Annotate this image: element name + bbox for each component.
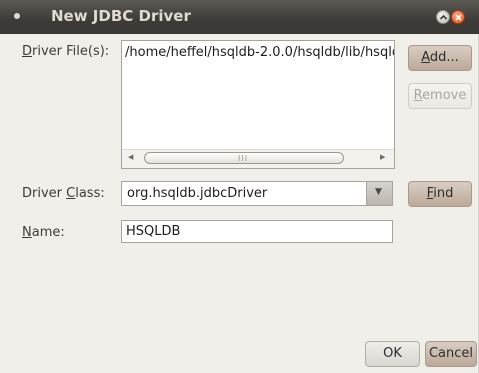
cancel-button[interactable]: Cancel [425, 341, 477, 367]
find-button[interactable]: Find [408, 181, 472, 207]
title-bar[interactable]: New JDBC Driver [0, 0, 479, 34]
remove-button[interactable]: Remove [408, 83, 472, 109]
window-menu-icon[interactable] [14, 13, 20, 19]
close-button[interactable] [451, 10, 465, 24]
chevron-up-icon [439, 14, 448, 20]
scroll-thumb[interactable]: III [144, 152, 344, 164]
combo-dropdown-button[interactable]: ▼ [366, 182, 392, 205]
triangle-down-icon: ▼ [375, 187, 382, 197]
add-button[interactable]: Add... [408, 45, 472, 71]
driver-class-label: Driver Class: [22, 186, 105, 201]
driver-files-label: Driver File(s): [22, 44, 110, 59]
list-item[interactable]: /home/heffel/hsqldb-2.0.0/hsqldb/lib/hsq… [125, 45, 394, 60]
grip-icon: III [238, 154, 249, 163]
name-field-box[interactable] [121, 220, 393, 243]
scroll-right-icon[interactable]: ▶ [380, 153, 385, 161]
ok-button[interactable]: OK [365, 341, 420, 367]
scroll-left-icon[interactable]: ◀ [128, 153, 133, 161]
window-title: New JDBC Driver [51, 7, 191, 25]
name-label: Name: [22, 225, 65, 240]
name-input[interactable] [126, 223, 386, 240]
maximize-button[interactable] [436, 10, 450, 24]
horizontal-scrollbar[interactable]: ◀ III ▶ [122, 149, 394, 168]
driver-files-list[interactable]: /home/heffel/hsqldb-2.0.0/hsqldb/lib/hsq… [121, 40, 395, 169]
close-icon [455, 14, 462, 21]
dialog-window: New JDBC Driver Driver File(s): /home/he… [0, 0, 479, 373]
driver-class-combo[interactable]: org.hsqldb.jdbcDriver ▼ [121, 181, 393, 206]
driver-class-value: org.hsqldb.jdbcDriver [127, 186, 268, 201]
